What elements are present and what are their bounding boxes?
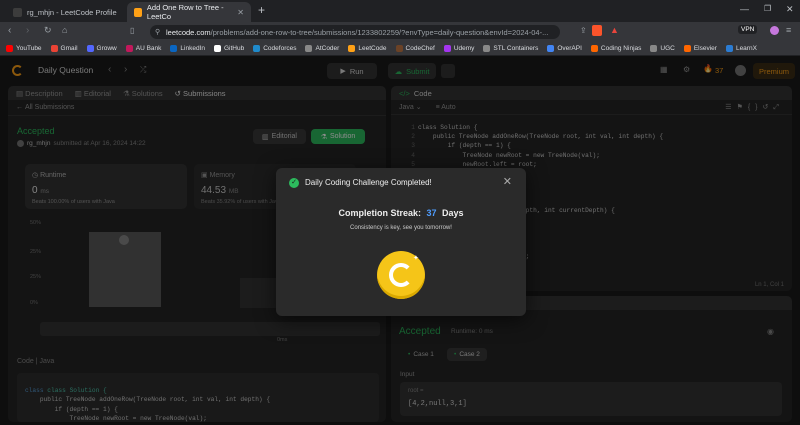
close-modal-button[interactable]: ✕ xyxy=(503,175,512,188)
bookmark-favicon-icon xyxy=(483,44,491,52)
home-icon[interactable]: ⌂ xyxy=(62,25,67,35)
browser-tab-strip: rg_mhjn - LeetCode Profile Add One Row t… xyxy=(0,0,800,22)
site-info-icon: ⚲ xyxy=(155,29,161,36)
tab-profile[interactable]: rg_mhjn - LeetCode Profile xyxy=(6,2,124,22)
bookmark-favicon-icon xyxy=(125,44,133,52)
bookmark-label: Groww xyxy=(96,44,117,52)
url-field[interactable]: ⚲ leetcode.com/problems/add-one-row-to-t… xyxy=(150,25,560,39)
bookmark-udemy[interactable]: Udemy xyxy=(443,44,475,52)
bookmark-label: AU Bank xyxy=(135,44,162,52)
bookmark-favicon-icon xyxy=(6,44,13,52)
tab-label: Add One Row to Tree - LeetCo xyxy=(146,3,224,21)
bookmark-leetcode[interactable]: LeetCode xyxy=(348,44,387,52)
bookmark-learnx[interactable]: LearnX xyxy=(725,44,757,52)
daily-challenge-modal: ✓ Daily Coding Challenge Completed! ✕ Co… xyxy=(276,168,526,316)
streak-line: Completion Streak: 37 Days xyxy=(276,208,526,218)
brave-rewards-icon[interactable]: ▲ xyxy=(610,25,619,35)
bookmark-gmail[interactable]: Gmail xyxy=(50,44,78,52)
bookmark-label: LearnX xyxy=(735,44,757,52)
share-icon[interactable]: ⇪ xyxy=(580,26,587,35)
bookmark-favicon-icon xyxy=(395,44,403,52)
url-host: leetcode.com xyxy=(166,27,211,37)
bookmark-linkedin[interactable]: LinkedIn xyxy=(170,44,205,52)
bookmark-youtube[interactable]: YouTube xyxy=(6,44,42,52)
bookmark-label: Elsevier xyxy=(693,44,717,52)
forward-icon[interactable]: › xyxy=(26,25,29,36)
bookmarks-bar: YouTube Gmail Groww AU Bank LinkedIn GitHub Co… xyxy=(0,41,800,56)
new-tab-button[interactable]: + xyxy=(258,3,265,17)
menu-icon[interactable]: ≡ xyxy=(786,25,791,35)
bookmark-favicon-icon xyxy=(725,44,733,52)
bookmark-favicon-icon xyxy=(683,44,691,52)
bookmark-atcoder[interactable]: AtCoder xyxy=(305,44,340,52)
bookmark-label: Codeforces xyxy=(263,44,297,52)
bookmark-stl-containers[interactable]: STL Containers xyxy=(483,44,539,52)
bookmark-favicon-icon xyxy=(305,44,313,52)
bookmark-label: UGC xyxy=(660,44,675,52)
bookmark-label: LinkedIn xyxy=(180,44,205,52)
bookmark-codechef[interactable]: CodeChef xyxy=(395,44,435,52)
brave-shield-icon[interactable] xyxy=(592,25,602,36)
vpn-button[interactable]: VPN xyxy=(738,25,758,34)
bookmark-elsevier[interactable]: Elsevier xyxy=(683,44,717,52)
profile-avatar-icon[interactable] xyxy=(770,26,779,35)
minimize-icon[interactable]: — xyxy=(740,4,749,14)
close-window-icon[interactable]: ✕ xyxy=(786,4,794,15)
maximize-icon[interactable]: ❐ xyxy=(764,4,771,13)
vpn-label: VPN xyxy=(741,26,755,33)
bookmark-label: GitHub xyxy=(224,44,245,52)
bookmark-favicon-icon xyxy=(348,44,356,52)
bookmark-favicon-icon xyxy=(547,44,555,52)
bookmark-ugc[interactable]: UGC xyxy=(650,44,675,52)
bookmark-label: Udemy xyxy=(453,44,475,52)
bookmark-label: STL Containers xyxy=(493,44,539,52)
leetcoin-icon: ✦ xyxy=(377,251,425,299)
bookmark-label: Coding Ninjas xyxy=(600,44,642,52)
bookmark-overapi[interactable]: OverAPI xyxy=(547,44,582,52)
bookmark-icon[interactable]: ▯ xyxy=(130,26,134,35)
bookmark-au-bank[interactable]: AU Bank xyxy=(125,44,162,52)
bookmark-favicon-icon xyxy=(86,44,94,52)
bookmark-label: Gmail xyxy=(60,44,78,52)
modal-title: Daily Coding Challenge Completed! xyxy=(305,178,432,187)
bookmark-favicon-icon xyxy=(650,44,658,52)
bookmark-github[interactable]: GitHub xyxy=(214,44,245,52)
url-path: /problems/add-one-row-to-tree/submission… xyxy=(210,27,549,37)
bookmark-coding-ninjas[interactable]: Coding Ninjas xyxy=(590,44,642,52)
bookmark-label: YouTube xyxy=(16,44,42,52)
bookmark-label: CodeChef xyxy=(405,44,435,52)
close-tab-icon[interactable]: ✕ xyxy=(237,8,244,17)
leetcode-favicon-icon xyxy=(134,7,142,17)
bookmark-favicon-icon xyxy=(214,44,221,52)
back-icon[interactable]: ‹ xyxy=(8,25,11,36)
bookmark-favicon-icon xyxy=(170,44,178,52)
streak-label: Completion Streak: xyxy=(338,208,421,218)
leetcode-favicon-icon xyxy=(13,7,22,17)
bookmark-codeforces[interactable]: Codeforces xyxy=(253,44,297,52)
modal-message: Consistency is key, see you tomorrow! xyxy=(350,225,452,231)
bookmark-favicon-icon xyxy=(50,44,58,52)
bookmark-label: AtCoder xyxy=(315,44,340,52)
bookmark-groww[interactable]: Groww xyxy=(86,44,117,52)
streak-unit: Days xyxy=(442,208,464,218)
streak-value: 37 xyxy=(426,208,437,218)
bookmark-favicon-icon xyxy=(253,44,261,52)
bookmark-favicon-icon xyxy=(443,44,451,52)
reload-icon[interactable]: ↻ xyxy=(44,25,52,36)
tab-label: rg_mhjn - LeetCode Profile xyxy=(27,7,117,17)
bookmark-label: OverAPI xyxy=(557,44,582,52)
bookmark-label: LeetCode xyxy=(358,44,387,52)
bookmark-favicon-icon xyxy=(590,44,598,52)
check-circle-icon: ✓ xyxy=(289,178,299,188)
tab-add-one-row[interactable]: Add One Row to Tree - LeetCo ✕ xyxy=(127,2,251,22)
